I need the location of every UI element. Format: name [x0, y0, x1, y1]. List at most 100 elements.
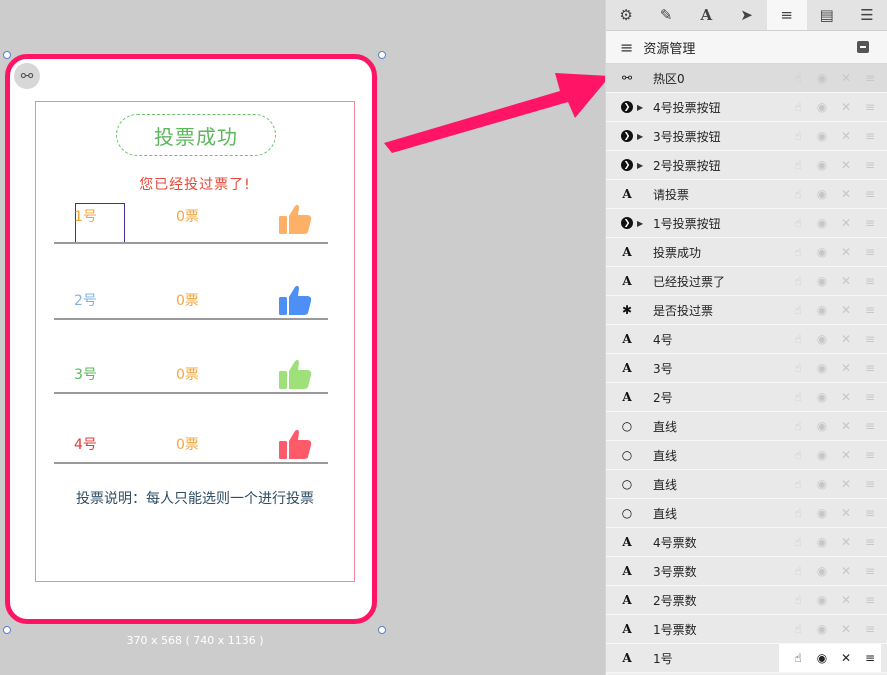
hand-icon[interactable]: ☝ [791, 361, 805, 375]
caret-right-icon[interactable]: ▶ [637, 132, 647, 141]
eye-icon[interactable]: ◉ [815, 564, 829, 578]
hand-icon[interactable]: ☝ [791, 622, 805, 636]
menu-icon[interactable]: ≡ [863, 187, 877, 201]
menu-icon[interactable]: ≡ [863, 245, 877, 259]
close-icon[interactable]: ✕ [839, 361, 853, 375]
close-icon[interactable]: ✕ [839, 477, 853, 491]
eye-icon[interactable]: ◉ [815, 390, 829, 404]
menu-icon[interactable]: ≡ [863, 361, 877, 375]
menu-icon[interactable]: ≡ [863, 158, 877, 172]
hand-icon[interactable]: ☝ [791, 71, 805, 85]
hand-icon[interactable]: ☝ [791, 593, 805, 607]
layer-row[interactable]: ⚯ 热区0 ☝ ◉ ✕ ≡ [606, 64, 887, 93]
close-icon[interactable]: ✕ [839, 564, 853, 578]
hand-icon[interactable]: ☝ [791, 100, 805, 114]
hand-icon[interactable]: ☝ [791, 477, 805, 491]
layer-row[interactable]: ○ 直线 ☝ ◉ ✕ ≡ [606, 412, 887, 441]
eye-icon[interactable]: ◉ [815, 303, 829, 317]
close-icon[interactable]: ✕ [839, 158, 853, 172]
hand-icon[interactable]: ☝ [791, 448, 805, 462]
menu-icon[interactable]: ≡ [863, 622, 877, 636]
eye-icon[interactable]: ◉ [815, 419, 829, 433]
caret-right-icon[interactable]: ▶ [637, 161, 647, 170]
tab-send-icon[interactable]: ➤ [726, 0, 766, 30]
eye-icon[interactable]: ◉ [815, 100, 829, 114]
menu-icon[interactable]: ≡ [863, 535, 877, 549]
tab-database-icon[interactable]: ☰ [847, 0, 887, 30]
hand-icon[interactable]: ☝ [791, 158, 805, 172]
hand-icon[interactable]: ☝ [791, 187, 805, 201]
layer-row[interactable]: ❯ ▶ 2号投票按钮 ☝ ◉ ✕ ≡ [606, 151, 887, 180]
layer-row[interactable]: A 已经投过票了 ☝ ◉ ✕ ≡ [606, 267, 887, 296]
tab-pencil-icon[interactable]: ✎ [646, 0, 686, 30]
eye-icon[interactable]: ◉ [815, 274, 829, 288]
tab-gear-icon[interactable]: ⚙ [606, 0, 646, 30]
hand-icon[interactable]: ☝ [791, 564, 805, 578]
layer-row[interactable]: A 2号票数 ☝ ◉ ✕ ≡ [606, 586, 887, 615]
close-icon[interactable]: ✕ [839, 535, 853, 549]
layer-row[interactable]: ✱ 是否投过票 ☝ ◉ ✕ ≡ [606, 296, 887, 325]
eye-icon[interactable]: ◉ [815, 506, 829, 520]
eye-icon[interactable]: ◉ [815, 651, 829, 665]
layer-row[interactable]: ○ 直线 ☝ ◉ ✕ ≡ [606, 499, 887, 528]
close-icon[interactable]: ✕ [839, 100, 853, 114]
close-icon[interactable]: ✕ [839, 129, 853, 143]
tab-list-icon[interactable]: ≡ [766, 0, 807, 30]
eye-icon[interactable]: ◉ [815, 448, 829, 462]
menu-icon[interactable]: ≡ [863, 390, 877, 404]
menu-icon[interactable]: ≡ [863, 71, 877, 85]
layer-row[interactable]: A 3号 ☝ ◉ ✕ ≡ [606, 354, 887, 383]
layer-row[interactable]: A 请投票 ☝ ◉ ✕ ≡ [606, 180, 887, 209]
close-icon[interactable]: ✕ [839, 303, 853, 317]
eye-icon[interactable]: ◉ [815, 71, 829, 85]
hand-icon[interactable]: ☝ [791, 216, 805, 230]
hand-icon[interactable]: ☝ [791, 651, 805, 665]
menu-icon[interactable]: ≡ [863, 506, 877, 520]
hand-icon[interactable]: ☝ [791, 245, 805, 259]
layer-row[interactable]: A 投票成功 ☝ ◉ ✕ ≡ [606, 238, 887, 267]
hand-icon[interactable]: ☝ [791, 390, 805, 404]
layer-row[interactable]: ○ 直线 ☝ ◉ ✕ ≡ [606, 470, 887, 499]
tab-document-icon[interactable]: ▤ [807, 0, 847, 30]
layer-row[interactable]: A 1号 ☝ ◉ ✕ ≡ [606, 644, 887, 673]
close-icon[interactable]: ✕ [839, 593, 853, 607]
menu-icon[interactable]: ≡ [863, 564, 877, 578]
hand-icon[interactable]: ☝ [791, 303, 805, 317]
hand-icon[interactable]: ☝ [791, 332, 805, 346]
menu-icon[interactable]: ≡ [863, 419, 877, 433]
eye-icon[interactable]: ◉ [815, 332, 829, 346]
menu-icon[interactable]: ≡ [863, 303, 877, 317]
close-icon[interactable]: ✕ [839, 651, 853, 665]
close-icon[interactable]: ✕ [839, 245, 853, 259]
collapse-button[interactable] [857, 41, 869, 53]
eye-icon[interactable]: ◉ [815, 158, 829, 172]
menu-icon[interactable]: ≡ [863, 274, 877, 288]
caret-right-icon[interactable]: ▶ [637, 103, 647, 112]
eye-icon[interactable]: ◉ [815, 245, 829, 259]
tab-text-icon[interactable]: A [686, 0, 726, 30]
menu-icon[interactable]: ≡ [863, 100, 877, 114]
menu-icon[interactable]: ≡ [863, 216, 877, 230]
eye-icon[interactable]: ◉ [815, 535, 829, 549]
hand-icon[interactable]: ☝ [791, 506, 805, 520]
layer-row[interactable]: A 2号 ☝ ◉ ✕ ≡ [606, 383, 887, 412]
layer-row[interactable]: ❯ ▶ 4号投票按钮 ☝ ◉ ✕ ≡ [606, 93, 887, 122]
close-icon[interactable]: ✕ [839, 71, 853, 85]
close-icon[interactable]: ✕ [839, 419, 853, 433]
close-icon[interactable]: ✕ [839, 216, 853, 230]
close-icon[interactable]: ✕ [839, 448, 853, 462]
menu-icon[interactable]: ≡ [863, 332, 877, 346]
eye-icon[interactable]: ◉ [815, 216, 829, 230]
layer-row[interactable]: A 4号 ☝ ◉ ✕ ≡ [606, 325, 887, 354]
close-icon[interactable]: ✕ [839, 506, 853, 520]
caret-right-icon[interactable]: ▶ [637, 219, 647, 228]
layer-row[interactable]: ❯ ▶ 3号投票按钮 ☝ ◉ ✕ ≡ [606, 122, 887, 151]
eye-icon[interactable]: ◉ [815, 477, 829, 491]
menu-icon[interactable]: ≡ [863, 651, 877, 665]
menu-icon[interactable]: ≡ [863, 129, 877, 143]
close-icon[interactable]: ✕ [839, 274, 853, 288]
hand-icon[interactable]: ☝ [791, 535, 805, 549]
hand-icon[interactable]: ☝ [791, 129, 805, 143]
layer-row[interactable]: A 4号票数 ☝ ◉ ✕ ≡ [606, 528, 887, 557]
eye-icon[interactable]: ◉ [815, 593, 829, 607]
